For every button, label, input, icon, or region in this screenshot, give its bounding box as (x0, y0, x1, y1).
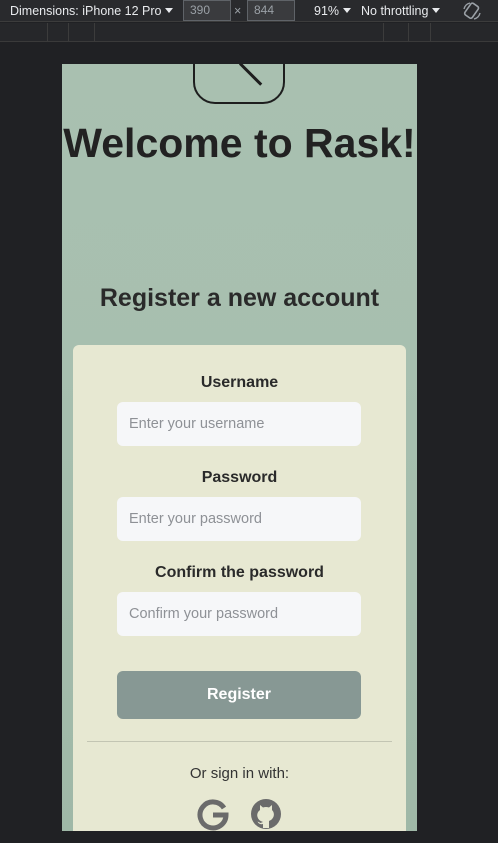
register-card: Username Password Confirm the password R… (73, 345, 406, 831)
chevron-down-icon (165, 8, 174, 13)
rotate-icon[interactable] (462, 1, 482, 21)
password-input[interactable] (117, 497, 361, 541)
ruler-tick (94, 23, 95, 41)
divider (87, 741, 392, 742)
throttling-dropdown[interactable]: No throttling (361, 0, 441, 22)
rask-logo (193, 64, 285, 104)
ruler-tick (383, 23, 384, 41)
zoom-label: 91% (314, 4, 340, 18)
media-query-bar (0, 23, 498, 42)
devtools-device-toolbar: Dimensions: iPhone 12 Pro 390 × 844 91% … (0, 0, 498, 22)
viewport-bottom-edge (0, 831, 498, 843)
ruler-tick (47, 23, 48, 41)
password-label: Password (201, 469, 278, 486)
ruler-tick (408, 23, 409, 41)
throttling-label: No throttling (361, 4, 429, 18)
register-button[interactable]: Register (117, 671, 361, 719)
device-viewport: Welcome to Rask! Register a new account … (62, 64, 417, 831)
dimension-separator: × (234, 4, 242, 18)
device-dropdown[interactable]: Dimensions: iPhone 12 Pro (10, 0, 174, 22)
github-icon[interactable] (249, 797, 283, 831)
device-dropdown-label: Dimensions: iPhone 12 Pro (10, 4, 162, 18)
username-input[interactable] (117, 402, 361, 446)
welcome-title: Welcome to Rask! (63, 120, 416, 166)
ruler-tick (430, 23, 431, 41)
register-heading: Register a new account (99, 284, 380, 312)
sign-in-with-text: Or sign in with: (189, 765, 290, 782)
ruler-tick (68, 23, 69, 41)
confirm-password-label: Confirm the password (155, 564, 324, 581)
height-input[interactable]: 844 (247, 0, 295, 21)
username-label: Username (200, 374, 279, 391)
chevron-down-icon (432, 8, 441, 13)
width-input[interactable]: 390 (183, 0, 231, 21)
chevron-down-icon (343, 8, 352, 13)
google-icon[interactable] (196, 797, 230, 831)
zoom-dropdown[interactable]: 91% (314, 0, 352, 22)
confirm-password-input[interactable] (117, 592, 361, 636)
